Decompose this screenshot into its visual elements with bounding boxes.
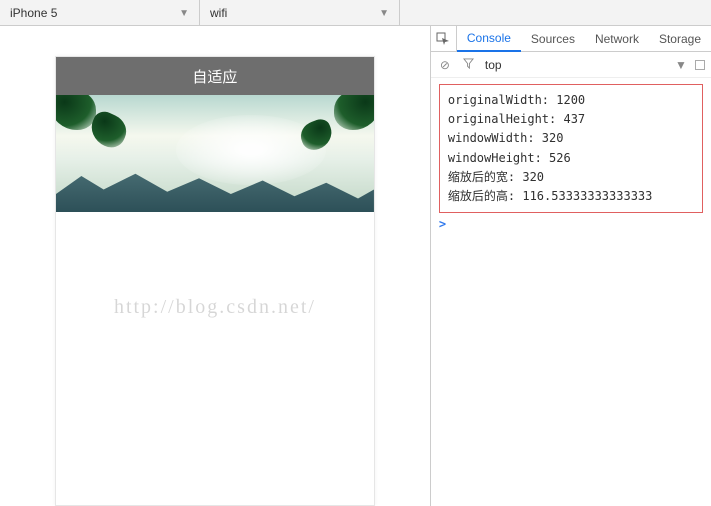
main-area: 自适应 http://blog.csdn.net/ Console Source… [0,26,711,506]
device-frame: 自适应 [55,56,375,506]
filter-icon[interactable] [461,58,477,72]
console-toolbar: ⊘ top ▼ [431,52,711,78]
console-log-line: windowHeight: 526 [448,149,694,168]
network-dropdown[interactable]: wifi ▼ [200,0,400,26]
console-log-line: originalHeight: 437 [448,110,694,129]
cloud-shape [176,115,326,185]
clear-console-icon[interactable]: ⊘ [437,58,453,72]
settings-checkbox[interactable] [695,60,705,70]
network-label: wifi [210,6,227,20]
console-prompt[interactable]: > [439,217,703,231]
console-output: originalWidth: 1200 originalHeight: 437 … [431,78,711,506]
tab-console[interactable]: Console [457,26,521,52]
device-dropdown[interactable]: iPhone 5 ▼ [0,0,200,26]
devtools-tabs: Console Sources Network Storage [431,26,711,52]
console-log-line: 缩放后的高: 116.53333333333333 [448,187,694,206]
device-label: iPhone 5 [10,6,57,20]
bamboo-leaves [334,95,374,130]
page-header: 自适应 [56,57,374,95]
console-log-line: 缩放后的宽: 320 [448,168,694,187]
console-log-line: windowWidth: 320 [448,129,694,148]
hero-image [56,95,374,212]
tab-storage[interactable]: Storage [649,26,711,52]
inspect-icon[interactable] [431,26,457,52]
console-log-group: originalWidth: 1200 originalHeight: 437 … [439,84,703,213]
devtools-pane: Console Sources Network Storage ⊘ top ▼ … [431,26,711,506]
console-log-line: originalWidth: 1200 [448,91,694,110]
viewport-pane: 自适应 http://blog.csdn.net/ [0,26,431,506]
page-title: 自适应 [192,66,237,87]
context-selector[interactable]: top [485,58,502,72]
chevron-down-icon: ▼ [179,8,189,19]
device-toolbar: iPhone 5 ▼ wifi ▼ [0,0,711,26]
chevron-down-icon: ▼ [379,8,389,19]
bamboo-leaves [56,95,96,130]
tab-sources[interactable]: Sources [521,26,585,52]
chevron-down-icon[interactable]: ▼ [673,58,689,72]
tab-network[interactable]: Network [585,26,649,52]
